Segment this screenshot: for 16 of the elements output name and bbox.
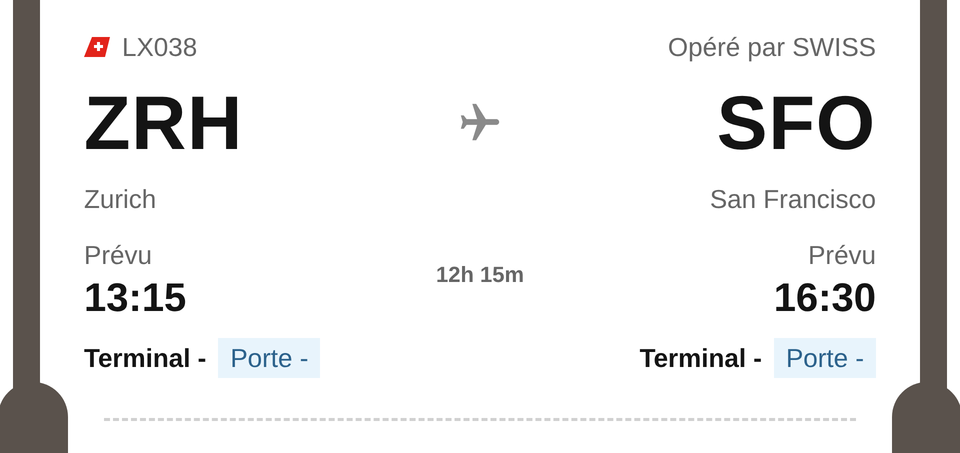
city-name: Zurich [84, 186, 156, 212]
city-name: San Francisco [710, 186, 876, 212]
flight-duration: 12h 15m [436, 264, 524, 286]
airport-code: ZRH [84, 86, 244, 162]
time-value: 16:30 [774, 278, 876, 318]
terminal-label: Terminal - [640, 345, 762, 371]
time-label: Prévu [808, 242, 876, 268]
time-label: Prévu [84, 242, 152, 268]
airport-code: SFO [716, 86, 876, 162]
operator-text: Opéré par SWISS [668, 34, 876, 60]
flight-number: LX038 [122, 34, 198, 60]
airline-logo-icon [84, 37, 110, 57]
terminal-label: Terminal - [84, 345, 206, 371]
gate-badge: Porte - [218, 338, 320, 378]
time-value: 13:15 [84, 278, 186, 318]
gate-badge: Porte - [774, 338, 876, 378]
